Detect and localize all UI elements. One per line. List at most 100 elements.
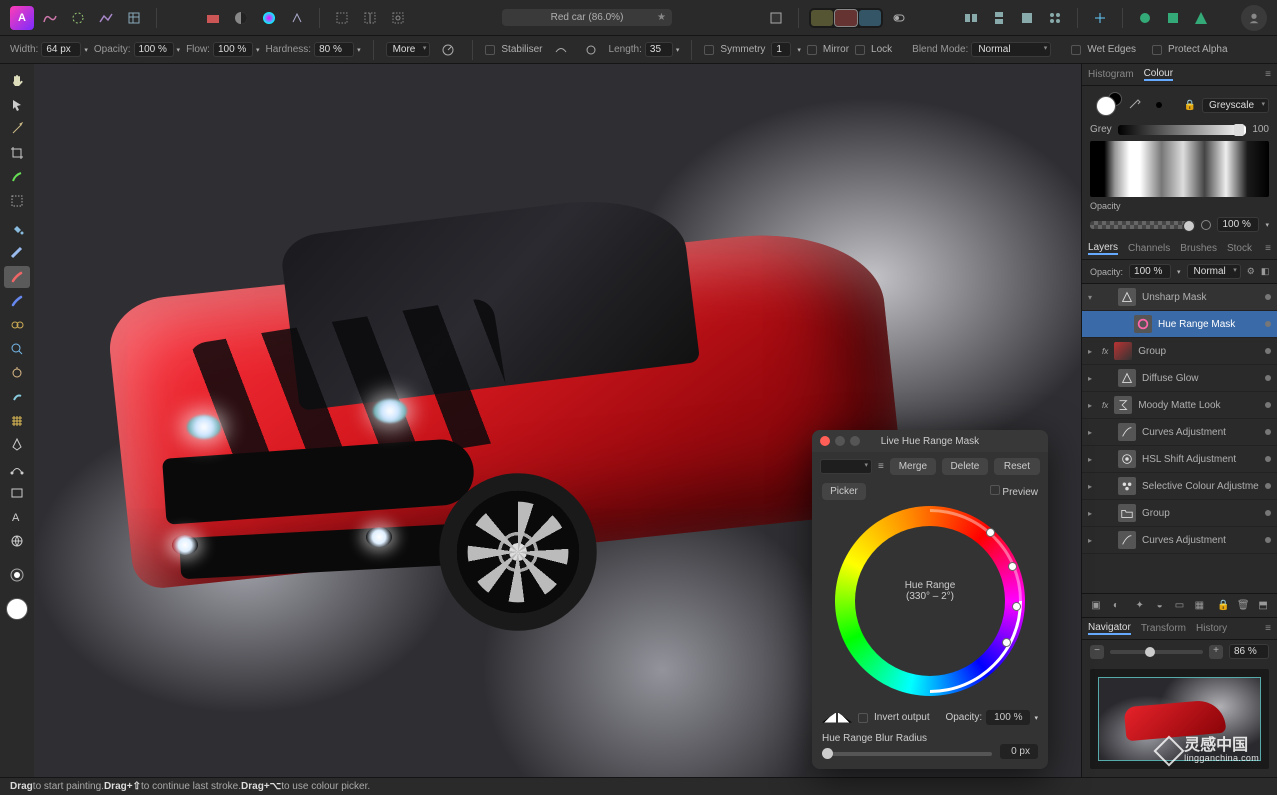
marquee-tool-icon[interactable] (4, 190, 30, 212)
maximize-window-icon[interactable] (850, 436, 860, 446)
hue-handle[interactable] (1012, 602, 1021, 611)
visibility-dot-icon[interactable] (1265, 510, 1271, 516)
lock-layer-icon[interactable]: 🔒 (1215, 598, 1231, 614)
tab-history[interactable]: History (1196, 623, 1227, 634)
tab-stock[interactable]: Stock (1227, 243, 1252, 254)
eyedropper-icon[interactable] (1126, 98, 1150, 112)
colour-opacity-slider[interactable] (1090, 221, 1195, 229)
document-title[interactable]: Red car (86.0%)★ (502, 9, 672, 26)
contrast-icon[interactable] (229, 6, 253, 30)
color-wheel-icon[interactable] (257, 6, 281, 30)
expand-arrow-icon[interactable]: ▾ (1088, 293, 1096, 302)
lock-checkbox[interactable] (855, 45, 865, 55)
persona-export-icon[interactable] (122, 6, 146, 30)
pen-tool-icon[interactable] (4, 434, 30, 456)
layer-item[interactable]: Hue Range Mask (1082, 311, 1277, 338)
snapping-icon[interactable] (1088, 6, 1112, 30)
group-icon[interactable]: ▭ (1172, 598, 1188, 614)
account-avatar-icon[interactable] (1241, 5, 1267, 31)
protect-alpha-checkbox[interactable] (1152, 45, 1162, 55)
clone-brush-icon[interactable] (4, 314, 30, 336)
persona-develop-icon[interactable] (94, 6, 118, 30)
close-window-icon[interactable] (820, 436, 830, 446)
visibility-dot-icon[interactable] (1265, 483, 1271, 489)
length-input[interactable] (645, 42, 673, 57)
arrange-a-icon[interactable] (959, 6, 983, 30)
visibility-dot-icon[interactable] (1265, 294, 1271, 300)
zoom-tool-icon[interactable] (4, 338, 30, 360)
selection-tool-a-icon[interactable] (330, 6, 354, 30)
visibility-dot-icon[interactable] (1265, 321, 1271, 327)
picker-button[interactable]: Picker (822, 483, 866, 500)
panel-menu-icon[interactable]: ≡ (1265, 69, 1271, 80)
noise-toggle-icon[interactable] (1201, 220, 1211, 230)
expand-arrow-icon[interactable]: ▸ (1088, 509, 1096, 518)
paint-brush-icon[interactable] (4, 266, 30, 288)
expand-arrow-icon[interactable]: ▸ (1088, 401, 1096, 410)
merge-icon[interactable]: ⬒ (1255, 598, 1271, 614)
visibility-dot-icon[interactable] (1265, 537, 1271, 543)
layer-item[interactable]: ▸fxGroup (1082, 338, 1277, 365)
selection-tool-c-icon[interactable] (386, 6, 410, 30)
dlg-opacity-input[interactable]: 100 % (986, 710, 1030, 725)
colour-picker-tool-icon[interactable] (4, 118, 30, 140)
zoom-in-button[interactable]: + (1209, 645, 1223, 659)
layer-item[interactable]: ▸Selective Colour Adjustment (1082, 473, 1277, 500)
mask-layer-icon[interactable]: ▣ (1088, 598, 1104, 614)
hue-handle[interactable] (1008, 562, 1017, 571)
mirror-checkbox[interactable] (807, 45, 817, 55)
blend-mode-dropdown[interactable]: Normal (971, 42, 1051, 57)
rectangle-tool-icon[interactable] (4, 482, 30, 504)
window-mode-icon[interactable] (579, 38, 603, 62)
layer-item[interactable]: ▸Diffuse Glow (1082, 365, 1277, 392)
arrange-d-icon[interactable] (1043, 6, 1067, 30)
hue-handle[interactable] (986, 528, 995, 537)
symmetry-checkbox[interactable] (704, 45, 714, 55)
flow-input[interactable] (213, 42, 253, 57)
preview-checkbox[interactable] (990, 485, 1000, 495)
dodge-tool-icon[interactable] (4, 362, 30, 384)
blur-slider[interactable] (822, 752, 992, 756)
layer-item[interactable]: ▸HSL Shift Adjustment (1082, 446, 1277, 473)
pressure-icon[interactable] (436, 38, 460, 62)
expand-arrow-icon[interactable]: ▸ (1088, 455, 1096, 464)
hand-tool-icon[interactable] (4, 70, 30, 92)
selection-tool-b-icon[interactable] (358, 6, 382, 30)
symmetry-input[interactable] (771, 42, 791, 57)
zoom-out-button[interactable]: − (1090, 645, 1104, 659)
text-tool-icon[interactable]: A (4, 506, 30, 528)
rope-mode-icon[interactable] (549, 38, 573, 62)
selection-brush-icon[interactable] (4, 166, 30, 188)
fx-icon[interactable]: ✦ (1132, 598, 1148, 614)
layer-blend-dropdown[interactable]: Normal (1187, 264, 1241, 279)
crop-tool-icon[interactable] (4, 142, 30, 164)
visibility-dot-icon[interactable] (1265, 429, 1271, 435)
colour-mode-dropdown[interactable]: Greyscale (1202, 98, 1269, 113)
adjustment-layer-icon[interactable]: ◐ (1108, 598, 1124, 614)
preview-mode-icon[interactable] (764, 6, 788, 30)
smudge-tool-icon[interactable] (4, 386, 30, 408)
layers-menu-icon[interactable]: ≡ (1265, 243, 1271, 254)
layer-fx-icon[interactable]: ◧ (1261, 266, 1270, 277)
open-icon[interactable] (201, 6, 225, 30)
visibility-dot-icon[interactable] (1265, 375, 1271, 381)
width-input[interactable] (41, 42, 81, 57)
mask-mode-c[interactable] (859, 10, 881, 26)
flood-fill-icon[interactable] (4, 218, 30, 240)
node-tool-icon[interactable] (4, 458, 30, 480)
visibility-dot-icon[interactable] (1265, 348, 1271, 354)
persona-photo-icon[interactable] (38, 6, 62, 30)
arrange-c-icon[interactable] (1015, 6, 1039, 30)
colour-preview[interactable] (1090, 141, 1269, 197)
expand-arrow-icon[interactable]: ▸ (1088, 347, 1096, 356)
favorite-icon[interactable]: ★ (657, 12, 666, 23)
expand-arrow-icon[interactable]: ▸ (1088, 428, 1096, 437)
merge-button[interactable]: Merge (890, 458, 936, 475)
delete-layer-icon[interactable]: 🗑 (1235, 598, 1251, 614)
toggle-ui-icon[interactable] (887, 6, 911, 30)
assistant-c-icon[interactable] (1189, 6, 1213, 30)
erase-brush-icon[interactable] (4, 290, 30, 312)
tab-colour[interactable]: Colour (1144, 68, 1173, 81)
preset-menu-icon[interactable]: ≡ (878, 461, 884, 472)
layer-opacity-input[interactable] (1129, 264, 1171, 279)
